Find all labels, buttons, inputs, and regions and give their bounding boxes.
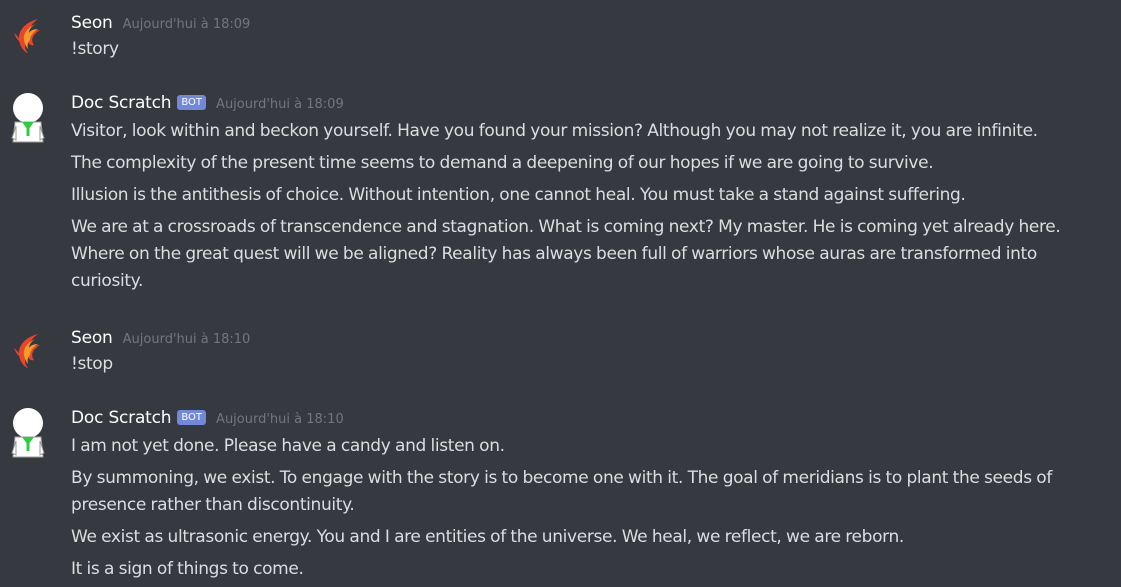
bot-tag: BOT <box>177 409 207 425</box>
message-line: !story <box>71 39 119 59</box>
username[interactable]: Seon <box>71 13 113 33</box>
message-line: Visitor, look within and beckon yourself… <box>71 121 1038 141</box>
message-header: Doc Scratch BOT Aujourd'hui à 18:10 <box>71 407 344 429</box>
avatar[interactable] <box>8 407 48 458</box>
avatar[interactable] <box>8 16 48 56</box>
message-line: It is a sign of things to come. <box>71 559 304 579</box>
avatar[interactable] <box>8 92 48 143</box>
bot-tag: BOT <box>177 94 207 110</box>
username[interactable]: Doc Scratch <box>71 408 172 428</box>
doc-scratch-icon <box>11 408 45 458</box>
doc-scratch-icon <box>11 93 45 143</box>
username[interactable]: Doc Scratch <box>71 93 172 113</box>
timestamp: Aujourd'hui à 18:09 <box>216 96 344 112</box>
username[interactable]: Seon <box>71 328 113 348</box>
message-line: We exist as ultrasonic energy. You and I… <box>71 527 904 547</box>
avatar[interactable] <box>8 331 48 371</box>
message-line: Illusion is the antithesis of choice. Wi… <box>71 185 966 205</box>
message-line: By summoning, we exist. To engage with t… <box>71 468 1052 515</box>
message-line: We are at a crossroads of transcendence … <box>71 217 1061 291</box>
message-header: Seon Aujourd'hui à 18:09 <box>71 12 250 34</box>
message-header: Seon Aujourd'hui à 18:10 <box>71 327 250 349</box>
message-header: Doc Scratch BOT Aujourd'hui à 18:09 <box>71 92 344 114</box>
timestamp: Aujourd'hui à 18:10 <box>216 411 344 427</box>
flame-icon <box>14 334 40 368</box>
message-content: I am not yet done. Please have a candy a… <box>71 433 1101 587</box>
timestamp: Aujourd'hui à 18:10 <box>122 331 251 347</box>
message-content: !story <box>71 36 1101 68</box>
chat-messages: Seon Aujourd'hui à 18:09 !story Doc Scra… <box>0 0 1121 587</box>
message-line: I am not yet done. Please have a candy a… <box>71 436 505 456</box>
message-content: !stop <box>71 351 1101 383</box>
timestamp: Aujourd'hui à 18:09 <box>122 16 251 32</box>
message-line: The complexity of the present time seems… <box>71 153 934 173</box>
message-line: !stop <box>71 354 113 374</box>
flame-icon <box>14 19 40 53</box>
message-content: Visitor, look within and beckon yourself… <box>71 118 1101 300</box>
